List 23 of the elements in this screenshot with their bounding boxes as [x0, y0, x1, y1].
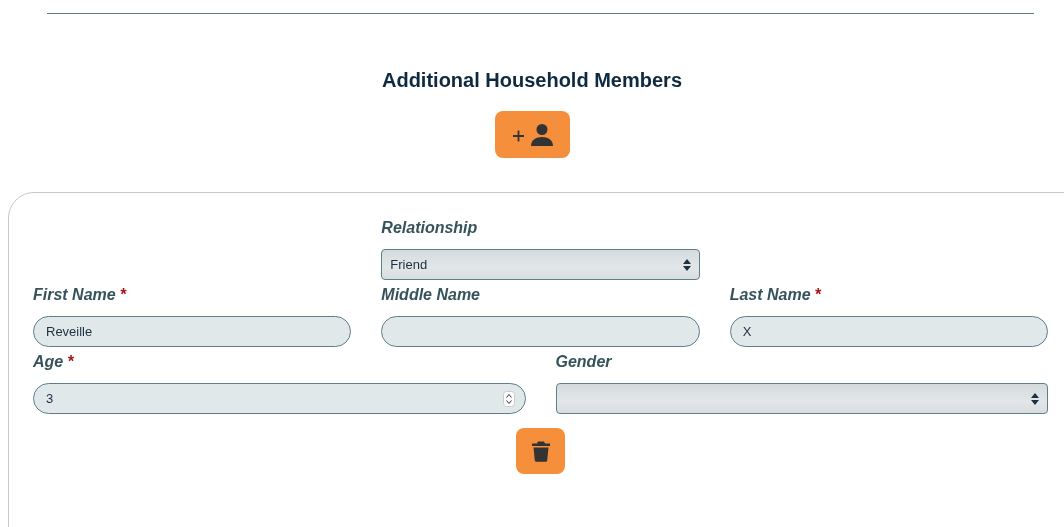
number-field[interactable]: 3	[33, 383, 526, 414]
delete-button[interactable]	[516, 428, 565, 474]
text-field[interactable]: X	[729, 316, 1048, 347]
dropdown-arrows-icon	[682, 258, 691, 271]
field-label: Age	[33, 353, 64, 371]
required-mark: *	[67, 353, 74, 371]
required-mark: *	[119, 286, 126, 304]
field-label: Middle Name	[381, 286, 480, 304]
field-label: First Name	[33, 286, 116, 304]
trash-icon	[531, 440, 550, 462]
add-member-button[interactable]	[494, 111, 570, 158]
text-field[interactable]: Reveille	[33, 316, 352, 347]
required-mark: *	[814, 286, 821, 304]
field-label: Gender	[555, 353, 612, 371]
select-field[interactable]: Friend	[381, 249, 700, 280]
field-label: Last Name	[729, 286, 811, 304]
select-field[interactable]	[555, 383, 1048, 414]
text-field[interactable]	[381, 316, 700, 347]
section-heading: Additional Household Members	[381, 69, 683, 92]
spinner-icon	[502, 390, 515, 407]
dropdown-arrows-icon	[1031, 392, 1039, 405]
field-label: Relationship	[381, 219, 478, 237]
add-person-icon	[510, 122, 554, 147]
